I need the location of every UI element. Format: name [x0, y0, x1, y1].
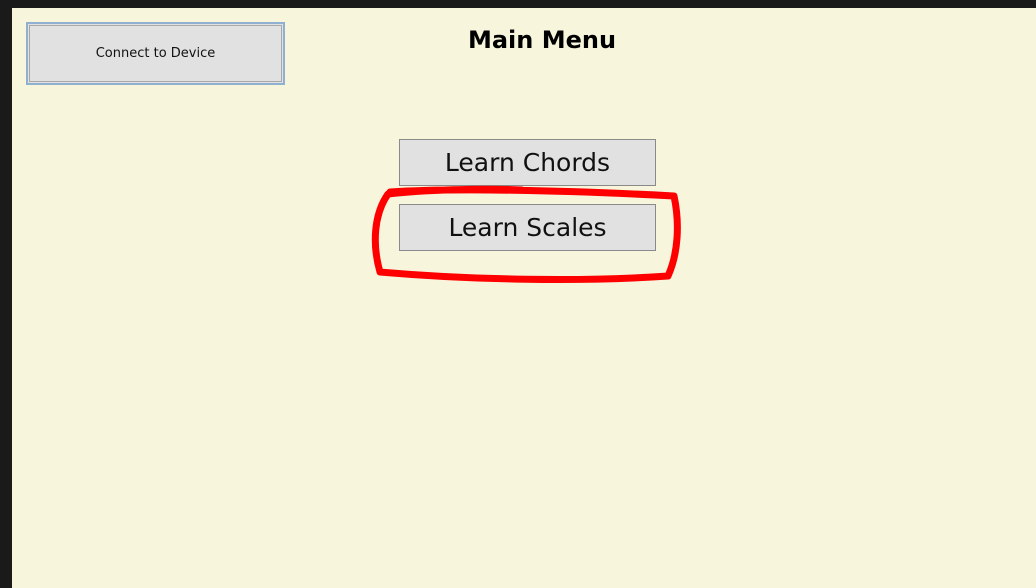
- connect-to-device-button[interactable]: Connect to Device: [26, 22, 285, 85]
- learn-scales-button[interactable]: Learn Scales: [399, 204, 656, 251]
- learn-chords-button[interactable]: Learn Chords: [399, 139, 656, 186]
- main-window: Connect to Device Main Menu Learn Chords…: [0, 0, 1036, 588]
- page-title: Main Menu: [467, 26, 617, 54]
